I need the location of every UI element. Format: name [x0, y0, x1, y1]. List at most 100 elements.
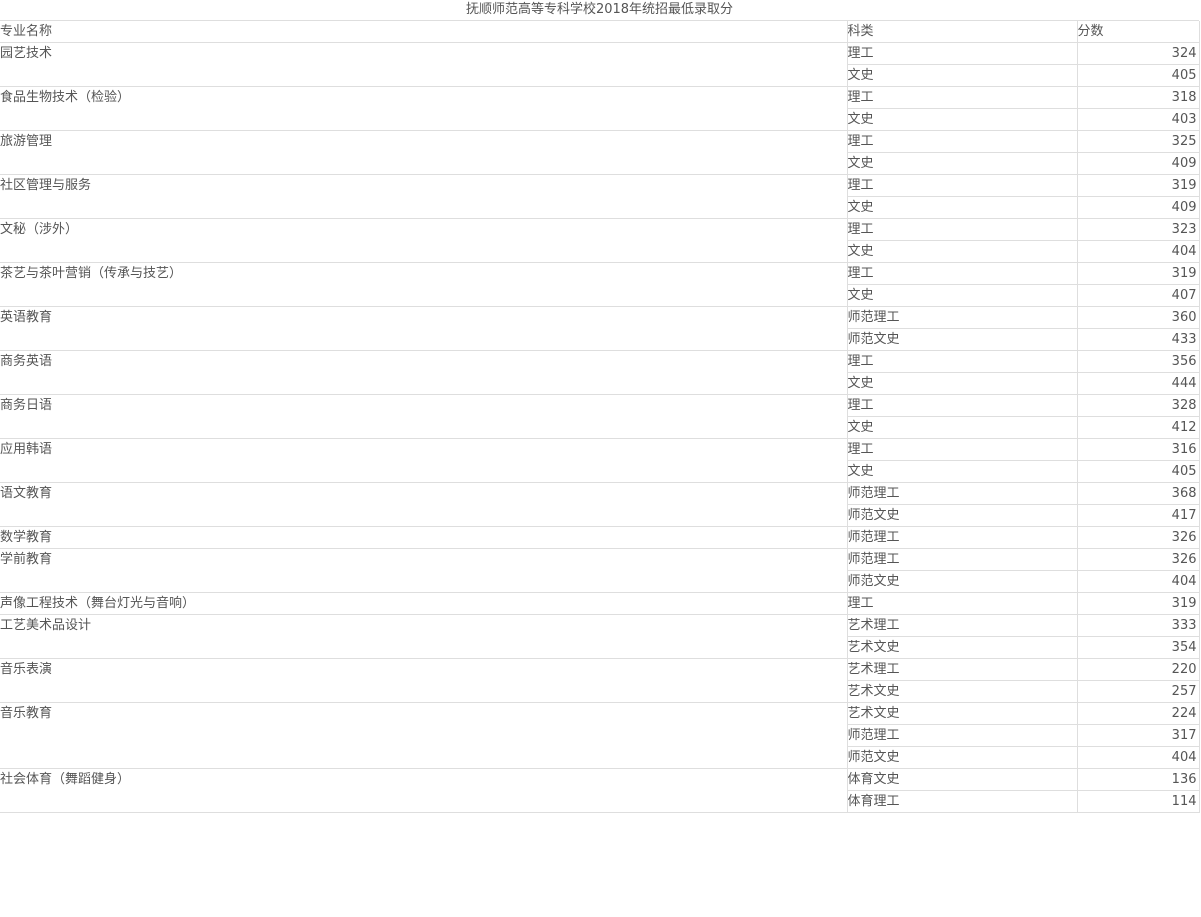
score-cell: 356 — [1076, 350, 1200, 373]
header-major: 专业名称 — [0, 21, 847, 43]
table-row: 应用韩语 理工 316 — [0, 438, 1200, 483]
table-body: 园艺技术 理工 324 文史 405 食品生物技术（检验） 理工 318 文史 403 旅游管理 理工… — [0, 42, 1200, 813]
category-cell: 理工 — [846, 350, 1077, 373]
table-row: 旅游管理 理工 325 — [0, 130, 1200, 175]
table-row: 工艺美术品设计 艺术理工 333 — [0, 614, 1200, 659]
category-cell: 师范理工 — [846, 724, 1077, 747]
score-cell: 404 — [1076, 240, 1200, 263]
header-row: 专业名称 科类 分数 — [0, 21, 1200, 43]
table-row: 园艺技术 理工 324 — [0, 42, 1200, 87]
major-name-cell: 食品生物技术（检验） — [0, 86, 847, 131]
score-cell: 114 — [1076, 790, 1200, 813]
score-cell: 409 — [1076, 196, 1200, 219]
category-cell: 师范文史 — [846, 328, 1077, 351]
table-row: 学前教育 师范理工 326 — [0, 548, 1200, 593]
major-name-cell: 社会体育（舞蹈健身） — [0, 768, 847, 813]
category-cell: 文史 — [846, 196, 1077, 219]
category-cell: 理工 — [846, 394, 1077, 417]
major-name-cell: 社区管理与服务 — [0, 174, 847, 219]
category-cell: 体育文史 — [846, 768, 1077, 791]
table-row: 文秘（涉外） 理工 323 — [0, 218, 1200, 263]
category-cell: 理工 — [846, 130, 1077, 153]
header-score: 分数 — [1076, 21, 1200, 43]
major-name-cell: 茶艺与茶叶营销（传承与技艺） — [0, 262, 847, 307]
major-name-cell: 应用韩语 — [0, 438, 847, 483]
major-name-cell: 商务日语 — [0, 394, 847, 439]
table-row: 英语教育 师范理工 360 — [0, 306, 1200, 351]
table-row: 社区管理与服务 理工 319 — [0, 174, 1200, 219]
table-row: 社会体育（舞蹈健身） 体育文史 136 — [0, 768, 1200, 813]
score-cell: 136 — [1076, 768, 1200, 791]
table-row: 茶艺与茶叶营销（传承与技艺） 理工 319 — [0, 262, 1200, 307]
category-cell: 理工 — [846, 86, 1077, 109]
score-cell: 326 — [1076, 526, 1200, 549]
score-cell: 405 — [1076, 460, 1200, 483]
table-row: 食品生物技术（检验） 理工 318 — [0, 86, 1200, 131]
score-cell: 319 — [1076, 174, 1200, 197]
category-cell: 艺术文史 — [846, 680, 1077, 703]
score-cell: 368 — [1076, 482, 1200, 505]
score-cell: 407 — [1076, 284, 1200, 307]
category-cell: 理工 — [846, 174, 1077, 197]
category-cell: 文史 — [846, 460, 1077, 483]
table-row: 声像工程技术（舞台灯光与音响） 理工 319 — [0, 592, 1200, 615]
category-cell: 文史 — [846, 372, 1077, 395]
category-cell: 文史 — [846, 284, 1077, 307]
table-row: 商务英语 理工 356 — [0, 350, 1200, 395]
score-cell: 403 — [1076, 108, 1200, 131]
header-category: 科类 — [846, 21, 1077, 43]
category-cell: 艺术文史 — [846, 636, 1077, 659]
score-sheet: 抚顺师范高等专科学校2018年统招最低录取分 专业名称 科类 分数 园艺技术 理工… — [0, 0, 1200, 813]
category-cell: 理工 — [846, 218, 1077, 241]
score-cell: 360 — [1076, 306, 1200, 329]
category-cell: 艺术理工 — [846, 614, 1077, 637]
score-cell: 404 — [1076, 570, 1200, 593]
category-cell: 师范理工 — [846, 526, 1077, 549]
category-cell: 理工 — [846, 592, 1077, 615]
score-cell: 319 — [1076, 592, 1200, 615]
score-table: 专业名称 科类 分数 园艺技术 理工 324 文史 405 食品生物技术（检验） 理工 318… — [0, 21, 1200, 813]
category-cell: 师范文史 — [846, 504, 1077, 527]
major-name-cell: 英语教育 — [0, 306, 847, 351]
major-name-cell: 文秘（涉外） — [0, 218, 847, 263]
score-cell: 257 — [1076, 680, 1200, 703]
score-cell: 333 — [1076, 614, 1200, 637]
score-cell: 323 — [1076, 218, 1200, 241]
table-row: 语文教育 师范理工 368 — [0, 482, 1200, 527]
major-name-cell: 园艺技术 — [0, 42, 847, 87]
category-cell: 文史 — [846, 64, 1077, 87]
score-cell: 317 — [1076, 724, 1200, 747]
score-cell: 417 — [1076, 504, 1200, 527]
category-cell: 艺术文史 — [846, 702, 1077, 725]
score-cell: 433 — [1076, 328, 1200, 351]
category-cell: 文史 — [846, 416, 1077, 439]
category-cell: 师范文史 — [846, 746, 1077, 769]
major-name-cell: 数学教育 — [0, 526, 847, 549]
score-cell: 220 — [1076, 658, 1200, 681]
score-cell: 405 — [1076, 64, 1200, 87]
major-name-cell: 旅游管理 — [0, 130, 847, 175]
score-cell: 325 — [1076, 130, 1200, 153]
table-row: 音乐表演 艺术理工 220 — [0, 658, 1200, 703]
score-cell: 409 — [1076, 152, 1200, 175]
category-cell: 师范理工 — [846, 482, 1077, 505]
category-cell: 文史 — [846, 152, 1077, 175]
category-cell: 师范文史 — [846, 570, 1077, 593]
score-cell: 224 — [1076, 702, 1200, 725]
table-row: 数学教育 师范理工 326 — [0, 526, 1200, 549]
score-cell: 354 — [1076, 636, 1200, 659]
score-cell: 324 — [1076, 42, 1200, 65]
category-cell: 艺术理工 — [846, 658, 1077, 681]
category-cell: 理工 — [846, 262, 1077, 285]
major-name-cell: 商务英语 — [0, 350, 847, 395]
major-name-cell: 学前教育 — [0, 548, 847, 593]
score-cell: 316 — [1076, 438, 1200, 461]
score-cell: 412 — [1076, 416, 1200, 439]
category-cell: 文史 — [846, 240, 1077, 263]
major-name-cell: 工艺美术品设计 — [0, 614, 847, 659]
category-cell: 师范理工 — [846, 306, 1077, 329]
category-cell: 师范理工 — [846, 548, 1077, 571]
major-name-cell: 声像工程技术（舞台灯光与音响） — [0, 592, 847, 615]
score-cell: 328 — [1076, 394, 1200, 417]
table-row: 音乐教育 艺术文史 224 — [0, 702, 1200, 769]
